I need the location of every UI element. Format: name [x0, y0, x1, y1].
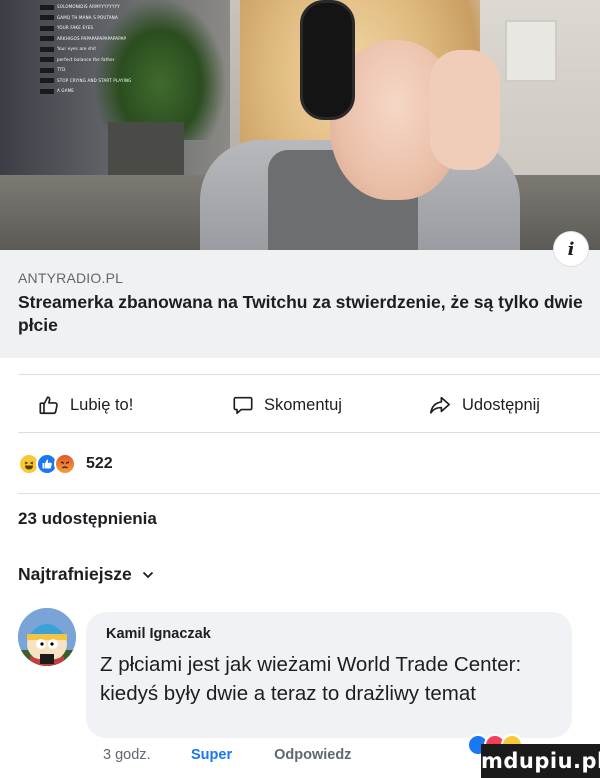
chat-line: Your eyes are shit [40, 44, 160, 55]
reaction-count: 522 [86, 455, 113, 472]
post-action-bar: Lubię to! Skomentuj Udostępnij [0, 385, 600, 425]
chevron-down-icon [142, 571, 153, 578]
comment-icon [233, 396, 253, 415]
link-title[interactable]: Streamerka zbanowana na Twitchu za stwie… [18, 291, 588, 337]
divider [18, 493, 600, 494]
comment-button[interactable]: Skomentuj [232, 385, 342, 425]
reactions-summary[interactable]: 522 [18, 451, 113, 477]
thumbs-up-icon [39, 396, 58, 415]
share-button[interactable]: Udostępnij [428, 385, 540, 425]
like-label: Lubię to! [70, 395, 134, 414]
divider [18, 432, 600, 433]
avatar[interactable] [18, 608, 76, 666]
reply-button[interactable]: Odpowiedz [274, 747, 351, 763]
headphones [300, 0, 355, 120]
comments-sort-dropdown[interactable]: Najtrafniejsze [18, 564, 154, 585]
shared-post-image[interactable]: SOLOMONIDIS ARMYYYYYYYY GAMQ TH MANA S P… [0, 0, 600, 250]
chat-line: SOLOMONIDIS ARMYYYYYYYY [40, 2, 160, 13]
share-arrow-icon [430, 396, 450, 414]
divider [18, 374, 600, 375]
wall-poster [505, 20, 557, 82]
shares-count[interactable]: 23 udostępnienia [18, 509, 157, 529]
chat-line: A GAME [40, 86, 160, 97]
angry-reaction-icon [54, 453, 76, 475]
chat-line: STOP CRYING AND START PLAYING [40, 76, 160, 87]
comment-label: Skomentuj [264, 395, 342, 414]
link-preview[interactable]: ANTYRADIO.PL Streamerka zbanowana na Twi… [0, 250, 600, 358]
streamer-hand [430, 50, 500, 170]
comments-sort-label: Najtrafniejsze [18, 564, 132, 584]
chat-line: YOUR FAKE EYES [40, 23, 160, 34]
watermark-logo: mdupiu.pl [481, 744, 600, 778]
chat-line: GAMQ TH MANA S POUTANA [40, 13, 160, 24]
super-reaction-button[interactable]: Super [191, 747, 232, 763]
chat-line: ARKHIGOS PAPAPAPAPAPAPAPAP [40, 34, 160, 45]
share-label: Udostępnij [462, 395, 540, 414]
link-domain: ANTYRADIO.PL [18, 270, 124, 286]
comment-bubble[interactable]: Kamil Ignaczak Z płciami jest jak wieżam… [86, 612, 572, 738]
comment-text: Z płciami jest jak wieżami World Trade C… [100, 653, 522, 705]
comment-timestamp: 3 godz. [103, 747, 151, 763]
like-button[interactable]: Lubię to! [38, 385, 133, 425]
info-icon[interactable]: i [553, 231, 589, 267]
comment-meta: 3 godz. Super Odpowiedz [103, 747, 393, 763]
chat-line: perfect balance the father [40, 55, 160, 66]
chat-line: TTD [40, 65, 160, 76]
stream-chat-overlay: SOLOMONIDIS ARMYYYYYYYY GAMQ TH MANA S P… [0, 0, 160, 97]
comment-author[interactable]: Kamil Ignaczak [106, 626, 211, 642]
